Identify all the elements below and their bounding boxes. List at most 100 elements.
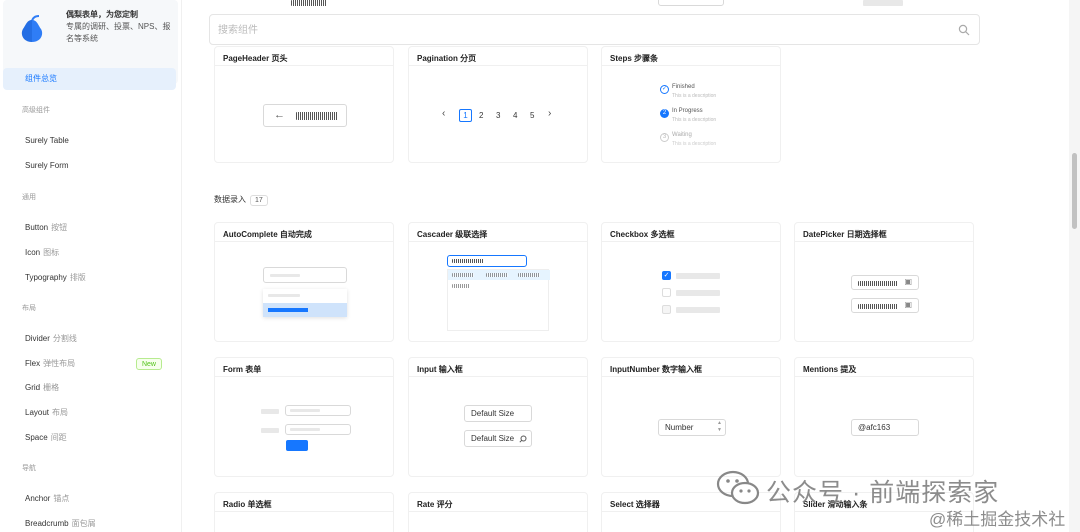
- step-number-icon: 2: [660, 109, 669, 118]
- search-input[interactable]: [218, 22, 918, 38]
- card-datepicker[interactable]: DatePicker 日期选择框 ▣ ▣: [794, 222, 974, 342]
- placeholder-bar: [486, 273, 508, 277]
- search-box[interactable]: [209, 14, 980, 45]
- sidebar-item-sublabel: 分割线: [52, 334, 77, 343]
- card-pageheader[interactable]: PageHeader 页头 ←: [214, 46, 394, 163]
- card-preview: ‹ 1 2 3 4 5 ›: [409, 66, 587, 162]
- step-title: Finished: [672, 84, 695, 90]
- input-preview-text: Default Size: [471, 409, 515, 418]
- sidebar-item-sublabel: 按钮: [51, 223, 68, 232]
- placeholder-bar: [858, 281, 898, 286]
- sidebar-item-icon[interactable]: Icon 图标: [3, 242, 176, 264]
- new-badge: New: [135, 358, 162, 370]
- card-form[interactable]: Form 表单: [214, 357, 394, 477]
- cascader-input-preview: [447, 255, 527, 267]
- card-radio[interactable]: Radio 单选框: [214, 492, 394, 532]
- card-title: Radio 单选框: [223, 500, 272, 509]
- sidebar-item-label: Typography: [25, 273, 67, 282]
- sidebar-item-surely-form[interactable]: Surely Form: [3, 155, 176, 177]
- stepper-arrows-icon: ▲ ▼: [717, 420, 722, 433]
- arrow-left-icon: ←: [274, 109, 285, 121]
- card-rate[interactable]: Rate 评分: [408, 492, 588, 532]
- placeholder-bar: [290, 409, 320, 412]
- sidebar-item-label: Breadcrumb: [25, 519, 69, 528]
- sidebar-item-space[interactable]: Space 间距: [3, 427, 176, 449]
- chevron-left-icon: ‹: [442, 108, 446, 119]
- card-input[interactable]: Input 输入框 Default Size Default Size: [408, 357, 588, 477]
- card-title: Pagination 分页: [417, 54, 477, 63]
- card-pagination[interactable]: Pagination 分页 ‹ 1 2 3 4 5 ›: [408, 46, 588, 163]
- sidebar-item-flex[interactable]: Flex 弹性布局 New: [3, 353, 176, 375]
- datepicker-preview: ▣: [851, 298, 919, 313]
- sidebar-item-overview[interactable]: 组件总览: [3, 68, 176, 90]
- card-preview: [409, 242, 587, 341]
- step-check-icon: ✓: [660, 85, 669, 94]
- sidebar-item-surely-table[interactable]: Surely Table: [3, 130, 176, 152]
- page-item: 2: [479, 111, 484, 120]
- cascader-menu-preview: [447, 269, 550, 331]
- pear-logo-icon: [21, 15, 43, 42]
- step-desc: This is a description: [672, 141, 717, 147]
- sidebar-item-sublabel: 弹性布局: [43, 359, 76, 368]
- card-divider: [602, 511, 780, 512]
- card-mentions[interactable]: Mentions 提及 @afc163: [794, 357, 974, 477]
- section-title-text: 数据录入: [214, 195, 246, 204]
- card-preview: Default Size Default Size: [409, 377, 587, 476]
- sidebar-item-label: Flex: [25, 359, 41, 368]
- step-title: In Progress: [672, 108, 703, 114]
- card-title: Form 表单: [223, 365, 262, 374]
- placeholder-bar: [452, 259, 484, 263]
- card-title: Mentions 提及: [803, 365, 857, 374]
- card-inputnumber[interactable]: InputNumber 数字输入框 Number ▲ ▼: [601, 357, 781, 477]
- sidebar-item-breadcrumb[interactable]: Breadcrumb 面包屑: [3, 513, 176, 532]
- sidebar-item-button[interactable]: Button 按钮: [3, 217, 176, 239]
- preview-fragment: [863, 0, 903, 6]
- placeholder-bar: [261, 409, 279, 414]
- card-steps[interactable]: Steps 步骤条 ✓ Finished This is a descripti…: [601, 46, 781, 163]
- pageheader-preview: ←: [263, 104, 347, 127]
- calendar-icon: ▣: [904, 277, 912, 286]
- placeholder-bar: [676, 307, 720, 313]
- placeholder-bar: [268, 294, 300, 297]
- card-preview: ✓ Finished This is a description 2 In Pr…: [602, 66, 780, 162]
- form-input-preview: [285, 424, 351, 435]
- sidebar-item-layout[interactable]: Layout 布局: [3, 402, 176, 424]
- step-title: Waiting: [672, 132, 692, 138]
- sidebar-item-divider[interactable]: Divider 分割线: [3, 328, 176, 350]
- watermark-text-secondary: @稀土掘金技术社区: [929, 510, 1066, 529]
- inputnumber-preview-text: Number: [665, 423, 694, 432]
- sidebar-item-typography[interactable]: Typography 排版: [3, 267, 176, 289]
- card-checkbox[interactable]: Checkbox 多选框 ✓: [601, 222, 781, 342]
- search-icon[interactable]: [958, 24, 970, 36]
- input-search-preview: Default Size: [464, 430, 532, 447]
- mentions-preview: @afc163: [851, 419, 919, 436]
- step-desc: This is a description: [672, 117, 717, 123]
- main-content: PageHeader 页头 ← Pagination 分页 ‹ 1 2 3 4 …: [183, 0, 1069, 532]
- page-item: 4: [513, 111, 518, 120]
- checkbox-icon: [662, 288, 671, 297]
- sidebar-item-grid[interactable]: Grid 栅格: [3, 377, 176, 399]
- page-scrollbar[interactable]: [1069, 0, 1080, 532]
- card-preview: ▣ ▣: [795, 242, 973, 341]
- card-title: Input 输入框: [417, 365, 463, 374]
- placeholder-bar: [268, 308, 308, 312]
- form-input-preview: [285, 405, 351, 416]
- sidebar-item-sublabel: 间距: [50, 433, 67, 442]
- scrollbar-thumb[interactable]: [1072, 153, 1077, 229]
- card-title: Rate 评分: [417, 500, 453, 509]
- card-cascader[interactable]: Cascader 级联选择: [408, 222, 588, 342]
- inputnumber-preview: Number ▲ ▼: [658, 419, 726, 436]
- card-title: Cascader 级联选择: [417, 230, 488, 239]
- sidebar-group-layout: 布局: [22, 305, 36, 312]
- card-autocomplete[interactable]: AutoComplete 自动完成: [214, 222, 394, 342]
- form-submit-preview: [286, 440, 308, 451]
- sidebar: 偶梨表单，为您定制 专属的调研、投票、NPS、报名等系统 组件总览 高级组件 S…: [0, 0, 182, 532]
- sidebar-item-label: Anchor: [25, 494, 51, 503]
- card-title: Checkbox 多选框: [610, 230, 675, 239]
- card-preview: [215, 242, 393, 341]
- placeholder-bar: [676, 290, 720, 296]
- autocomplete-option-active: [263, 303, 347, 317]
- card-title: DatePicker 日期选择框: [803, 230, 887, 239]
- sidebar-item-anchor[interactable]: Anchor 锚点: [3, 488, 176, 510]
- placeholder-bar: [290, 428, 320, 431]
